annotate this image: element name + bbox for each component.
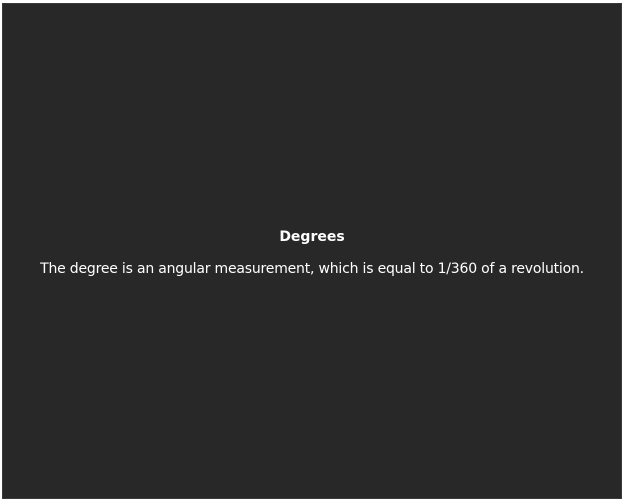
content-panel: Degrees The degree is an angular measure…: [2, 3, 622, 499]
panel-title: Degrees: [279, 229, 345, 245]
info-content: Degrees The degree is an angular measure…: [3, 228, 621, 278]
panel-description: The degree is an angular measurement, wh…: [40, 261, 584, 277]
